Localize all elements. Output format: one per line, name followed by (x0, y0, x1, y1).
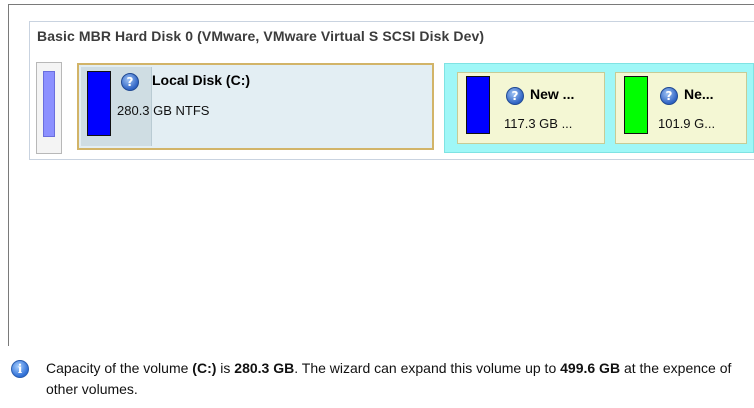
partition-name: Ne... (684, 86, 714, 102)
disk-map-panel: Basic MBR Hard Disk 0 (VMware, VMware Vi… (8, 4, 754, 346)
disk-title: Basic MBR Hard Disk 0 (VMware, VMware Vi… (37, 28, 485, 44)
partition-size: 117.3 GB ... (504, 116, 573, 131)
disk-group: Basic MBR Hard Disk 0 (VMware, VMware Vi… (29, 21, 754, 160)
question-icon: ? (121, 73, 139, 91)
info-message: Capacity of the volume (C:) is 280.3 GB.… (46, 358, 746, 400)
info-text-3: . The wizard can expand this volume up t… (294, 360, 561, 376)
info-capacity: 280.3 GB (234, 360, 295, 376)
partition-name: New ... (530, 86, 575, 102)
partition-fill-bar (466, 76, 490, 134)
partition-new-1[interactable]: ? New ... 117.3 GB ... (457, 72, 605, 144)
question-icon: ? (660, 87, 678, 105)
disk-icon[interactable] (36, 62, 62, 154)
disk-bar (43, 71, 55, 137)
partition-size: 280.3 GB NTFS (117, 103, 210, 118)
extended-partition-container: ? New ... 117.3 GB ... ? Ne... 101.9 G..… (444, 63, 754, 153)
partition-name: Local Disk (C:) (152, 72, 251, 88)
partition-fill-bar (624, 76, 648, 134)
info-icon: i (11, 360, 29, 378)
info-text-2: is (216, 360, 235, 376)
info-volume: (C:) (192, 360, 217, 376)
partition-new-2[interactable]: ? Ne... 101.9 G... (615, 72, 747, 144)
info-text-1: Capacity of the volume (46, 360, 193, 376)
info-max-capacity: 499.6 GB (560, 360, 621, 376)
partition-size: 101.9 G... (658, 116, 716, 131)
partition-fill-bar (87, 71, 111, 136)
partition-local-disk-c[interactable]: ? Local Disk (C:) 280.3 GB NTFS (77, 63, 434, 150)
disk-map: ? Local Disk (C:) 280.3 GB NTFS ? New ..… (36, 62, 754, 154)
question-icon: ? (506, 87, 524, 105)
